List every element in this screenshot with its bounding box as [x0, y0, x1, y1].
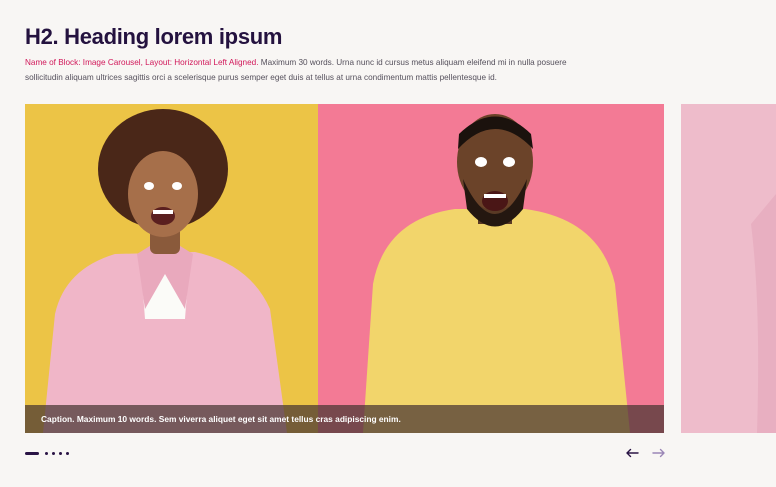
block-name-label: Name of Block: Image Carousel, Layout: H…: [25, 58, 259, 67]
page-heading: H2. Heading lorem ipsum: [25, 24, 283, 49]
pagination-dot-1[interactable]: [25, 451, 39, 455]
next-slide-image: [681, 104, 776, 433]
pagination-dot-3[interactable]: [52, 451, 55, 455]
pagination-dot-2[interactable]: [45, 451, 48, 455]
carousel-slide-active[interactable]: Caption. Maximum 10 words. Sem viverra a…: [25, 104, 664, 433]
block-description: Name of Block: Image Carousel, Layout: H…: [25, 56, 605, 85]
carousel-prev-button[interactable]: [622, 444, 642, 462]
image-carousel: Caption. Maximum 10 words. Sem viverra a…: [25, 104, 776, 433]
slide-caption: Caption. Maximum 10 words. Sem viverra a…: [25, 405, 664, 433]
arrow-right-icon: [652, 448, 665, 458]
carousel-pagination: [25, 449, 69, 457]
pagination-dot-4[interactable]: [59, 451, 62, 455]
arrow-left-icon: [626, 448, 639, 458]
carousel-next-button[interactable]: [649, 444, 669, 462]
slide-image: [25, 104, 664, 433]
pagination-dot-5[interactable]: [66, 451, 69, 455]
carousel-slide-next[interactable]: [681, 104, 776, 433]
